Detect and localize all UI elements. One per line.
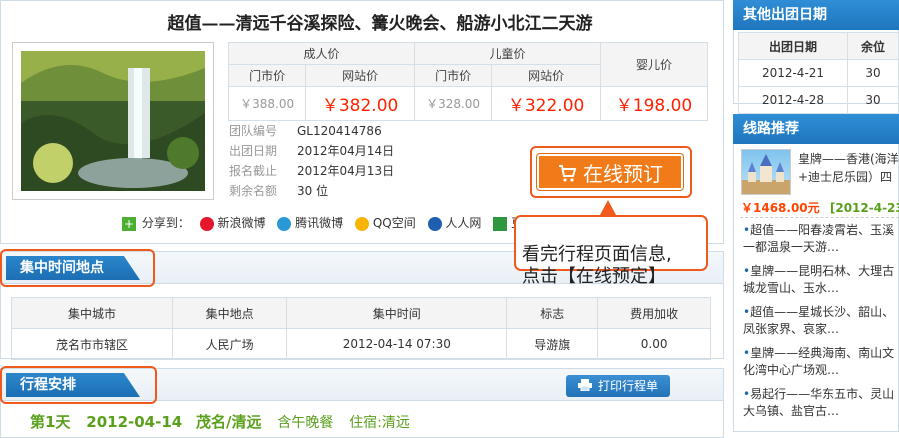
recommend-header: 线路推荐	[733, 114, 899, 144]
day-date: 2012-04-14	[86, 413, 183, 431]
share-label: 分享到：	[141, 216, 190, 230]
adult-gate-price: ￥388.00	[227, 86, 307, 121]
divider	[740, 217, 899, 218]
list-item[interactable]: •易起行——华东五市、灵山大乌镇、盐官古…	[743, 386, 899, 420]
gather-cell-fee: 0.00	[597, 328, 711, 360]
infant-site-price: ￥198.00	[600, 86, 708, 121]
other-dates-title: 其他出团日期	[743, 7, 827, 23]
recommend-title: 线路推荐	[743, 121, 799, 137]
gather-col-time: 集中时间	[286, 297, 508, 329]
adult-site-price: ￥382.00	[305, 86, 415, 121]
dates-col-date: 出团日期	[738, 32, 848, 60]
info-value: 30 位	[297, 184, 329, 198]
recommend-item-text[interactable]: 超值——星城长沙、韶山、凤张家界、哀家…	[743, 305, 894, 336]
day-line: 第1天 2012-04-14 茂名/清远 含午晚餐 住宿:清远	[30, 411, 410, 432]
recommend-item-text[interactable]: 皇牌——昆明石林、大理古城龙雪山、玉水…	[743, 264, 894, 295]
child-site-price: ￥322.00	[491, 86, 601, 121]
info-value: 2012年04月13日	[297, 164, 395, 178]
callout-pointer	[600, 200, 616, 215]
info-row-departure: 出团日期 2012年04月14日	[229, 141, 529, 161]
callout-text: 看完行程页面信息, 点击【在线预定】	[522, 244, 672, 287]
recommend-feature-image[interactable]	[741, 149, 791, 195]
share-sina[interactable]: 新浪微博	[218, 216, 266, 230]
info-key: 剩余名额	[229, 184, 278, 198]
info-value: GL120414786	[297, 124, 382, 138]
dates-col-seats: 余位	[847, 32, 899, 60]
info-row-deadline: 报名截止 2012年04月13日	[229, 161, 529, 181]
seats-cell: 30	[847, 59, 899, 87]
table-row[interactable]: 2012-4-21 30	[738, 59, 899, 87]
day-route: 茂名/清远	[196, 413, 262, 431]
recommend-feature-date: [2012-4-23	[829, 201, 899, 215]
recommend-feature-price: ￥1468.00元	[741, 201, 820, 215]
book-online-button[interactable]: 在线预订	[537, 154, 683, 190]
recommend-feature-meta: ￥1468.00元 [2012-4-23	[741, 199, 899, 216]
table-row: 茂名市市辖区 人民广场 2012-04-14 07:30 导游旗 0.00	[10, 328, 711, 360]
douban-icon	[493, 216, 508, 231]
day-number: 第1天	[30, 413, 71, 431]
printer-icon	[577, 376, 592, 398]
book-online-label: 在线预订	[583, 162, 663, 186]
child-price-header: 儿童价	[413, 42, 602, 65]
gather-cell-city: 茂名市市辖区	[10, 328, 174, 360]
date-cell[interactable]: 2012-4-21	[738, 59, 848, 87]
adult-site-label: 网站价	[305, 64, 415, 87]
itinerary-tab-highlight	[0, 366, 157, 404]
recommend-list: •超值——阳春凌霄岩、玉溪一都温泉一天游… •皇牌——昆明石林、大理古城龙雪山、…	[743, 222, 899, 420]
child-gate-label: 门市价	[413, 64, 493, 87]
print-itinerary-button[interactable]: 打印行程单	[566, 375, 670, 397]
info-key: 出团日期	[229, 144, 278, 158]
tour-info: 团队编号 GL120414786 出团日期 2012年04月14日 报名截止 2012…	[229, 121, 529, 201]
list-item[interactable]: •超值——阳春凌霄岩、玉溪一都温泉一天游…	[743, 222, 899, 256]
cart-icon	[557, 158, 577, 194]
list-item[interactable]: •皇牌——昆明石林、大理古城龙雪山、玉水…	[743, 263, 899, 297]
gather-tab-highlight	[0, 249, 155, 287]
share-tencent[interactable]: 腾讯微博	[295, 216, 343, 230]
weibo-icon	[199, 216, 214, 231]
price-table: 成人价 儿童价 婴儿价 门市价 网站价 门市价 网站价 ￥388.00 ￥382…	[227, 42, 708, 121]
tour-photo	[12, 42, 214, 200]
info-row-group-id: 团队编号 GL120414786	[229, 121, 529, 141]
gather-table: 集中城市 集中地点 集中时间 标志 费用加收 茂名市市辖区 人民广场 2012-…	[10, 297, 711, 360]
gather-cell-place: 人民广场	[172, 328, 288, 360]
recommend-item-text[interactable]: 易起行——华东五市、灵山大乌镇、盐官古…	[743, 387, 894, 418]
share-bar: + 分享到： 新浪微博 腾讯微博 QQ空间 人人网 豆	[122, 214, 523, 232]
share-qzone[interactable]: QQ空间	[373, 216, 416, 230]
list-item[interactable]: •皇牌——经典海南、南山文化湾中心广场观…	[743, 345, 899, 379]
info-value: 2012年04月14日	[297, 144, 395, 158]
other-dates-header: 其他出团日期	[733, 0, 899, 30]
recommend-feature-link[interactable]: 皇牌——香港(海洋+迪士尼乐园）四天团	[798, 150, 899, 186]
instruction-callout: 看完行程页面信息, 点击【在线预定】	[514, 215, 708, 287]
child-gate-price: ￥328.00	[413, 86, 493, 121]
gather-col-sign: 标志	[506, 297, 599, 329]
recommend-item-text[interactable]: 皇牌——经典海南、南山文化湾中心广场观…	[743, 346, 894, 377]
info-key: 报名截止	[229, 164, 278, 178]
gather-col-place: 集中地点	[172, 297, 288, 329]
info-row-remaining: 剩余名额 30 位	[229, 181, 529, 201]
adult-gate-label: 门市价	[227, 64, 307, 87]
day-stay: 住宿:清远	[349, 415, 410, 431]
renren-icon	[427, 216, 442, 231]
adult-price-header: 成人价	[228, 42, 415, 65]
table-row[interactable]: 2012-4-28 30	[738, 86, 899, 114]
info-key: 团队编号	[229, 124, 278, 138]
infant-price-header: 婴儿价	[600, 42, 708, 87]
child-site-label: 网站价	[491, 64, 601, 87]
list-item[interactable]: •超值——星城长沙、韶山、凤张家界、哀家…	[743, 304, 899, 338]
date-cell[interactable]: 2012-4-28	[738, 86, 848, 114]
other-dates-table: 出团日期 余位 2012-4-21 30 2012-4-28 30	[738, 32, 899, 114]
gather-col-fee: 费用加收	[597, 297, 711, 329]
gather-cell-sign: 导游旗	[506, 328, 599, 360]
seats-cell: 30	[847, 86, 899, 114]
gather-col-city: 集中城市	[10, 297, 174, 329]
page-title: 超值——清远千谷溪探险、篝火晚会、船游小北江二天游	[167, 14, 593, 34]
plus-icon: +	[122, 216, 136, 231]
day-meal: 含午晚餐	[277, 415, 334, 431]
qzone-icon	[355, 216, 370, 231]
print-itinerary-label: 打印行程单	[597, 379, 658, 393]
tencent-weibo-icon	[277, 216, 292, 231]
gather-cell-time: 2012-04-14 07:30	[286, 328, 508, 360]
recommend-item-text[interactable]: 超值——阳春凌霄岩、玉溪一都温泉一天游…	[743, 223, 894, 254]
share-renren[interactable]: 人人网	[445, 216, 481, 230]
